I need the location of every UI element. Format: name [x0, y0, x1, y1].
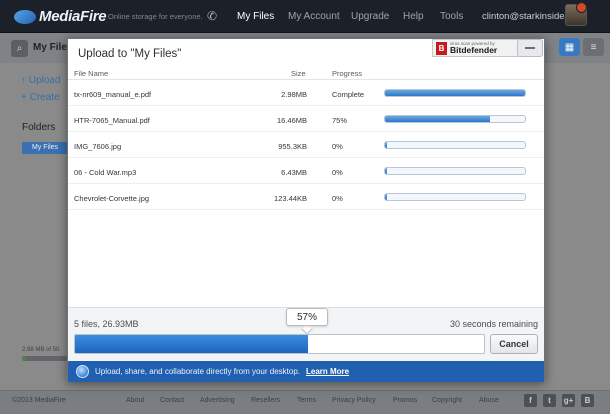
file-progress-fill	[385, 142, 387, 148]
cancel-button[interactable]: Cancel	[490, 334, 538, 354]
file-name: Chevrolet-Corvette.jpg	[74, 194, 150, 203]
file-progress-fill	[385, 90, 525, 96]
file-size: 2.98MB	[281, 90, 307, 99]
file-row: tx-nr609_manual_e.pdf 2.98MB Complete	[68, 80, 544, 106]
search-icon[interactable]: ⌕	[11, 40, 28, 57]
user-email[interactable]: clinton@starkinsider...	[482, 11, 575, 22]
top-navigation-bar: MediaFire Online storage for everyone. ✆…	[0, 0, 610, 33]
file-progress-text: 0%	[332, 168, 343, 177]
file-name: HTR-7065_Manual.pdf	[74, 116, 150, 125]
nav-tools[interactable]: Tools	[440, 11, 463, 22]
time-remaining: 30 seconds remaining	[449, 319, 538, 329]
file-progress-fill	[385, 168, 387, 174]
minimize-icon	[525, 47, 535, 49]
create-link[interactable]: + Create	[21, 92, 60, 103]
footer-link-promos[interactable]: Promos	[393, 397, 417, 404]
column-header-file-name: File Name	[74, 69, 109, 78]
phone-icon[interactable]: ✆	[207, 9, 217, 23]
file-progress-bar	[384, 167, 526, 175]
overall-progress-fill	[75, 335, 309, 353]
file-size: 16.46MB	[276, 116, 307, 125]
minimize-button[interactable]	[517, 39, 543, 57]
footer-link-terms[interactable]: Terms	[297, 397, 316, 404]
tagline: Online storage for everyone.	[108, 12, 203, 21]
footer-link-abuse[interactable]: Abuse	[479, 397, 499, 404]
column-header-progress: Progress	[332, 69, 363, 78]
file-name: 06 - Cold War.mp3	[74, 168, 137, 177]
mediafire-logo-icon	[14, 9, 36, 24]
nav-my-files[interactable]: My Files	[237, 11, 274, 22]
folder-item-my-files[interactable]: My Files	[22, 142, 67, 154]
blogger-icon[interactable]: B	[581, 394, 594, 407]
overall-progress-bar	[74, 334, 485, 354]
file-row: IMG_7606.jpg 955.3KB 0%	[68, 132, 544, 158]
storage-usage-bar	[22, 356, 67, 361]
storage-usage-text: 2.98 MB of 50	[22, 347, 60, 353]
desktop-app-promo: Upload, share, and collaborate directly …	[68, 361, 544, 382]
file-size: 123.44KB	[274, 194, 307, 203]
nav-help[interactable]: Help	[403, 11, 424, 22]
file-row: Chevrolet-Corvette.jpg 123.44KB 0%	[68, 184, 544, 210]
footer-link-advertising[interactable]: Advertising	[200, 397, 235, 404]
file-progress-bar	[384, 141, 526, 149]
file-progress-text: 0%	[332, 142, 343, 151]
folder-label: My Files	[32, 144, 59, 151]
learn-more-link[interactable]: Learn More	[306, 367, 349, 376]
desktop-app-icon	[76, 365, 89, 378]
google-plus-icon[interactable]: g+	[562, 394, 575, 407]
dialog-title: Upload to "My Files"	[78, 48, 182, 60]
file-progress-bar	[384, 89, 526, 97]
notification-badge[interactable]	[576, 2, 587, 13]
file-name: IMG_7606.jpg	[74, 142, 122, 151]
twitter-icon[interactable]: t	[543, 394, 556, 407]
nav-my-account[interactable]: My Account	[288, 11, 340, 22]
list-view-button[interactable]: ≡	[583, 38, 604, 56]
create-link-label: Create	[29, 92, 60, 103]
file-progress-fill	[385, 194, 387, 200]
facebook-icon[interactable]: f	[524, 394, 537, 407]
file-progress-fill	[385, 116, 490, 122]
upload-dialog: Upload to "My Files" B virus scan powere…	[67, 38, 545, 382]
footer-link-contact[interactable]: Contact	[160, 397, 184, 404]
file-row: 06 - Cold War.mp3 6.43MB 0%	[68, 158, 544, 184]
footer-link-about[interactable]: About	[126, 397, 144, 404]
logo-text: MediaFire	[39, 8, 107, 25]
file-size: 955.3KB	[278, 142, 307, 151]
file-progress-text: Complete	[332, 90, 365, 99]
footer-link-privacy[interactable]: Privacy Policy	[332, 397, 376, 404]
promo-text: Upload, share, and collaborate directly …	[95, 367, 300, 376]
files-summary: 5 files, 26.93MB	[74, 319, 139, 329]
upload-link-label: Upload	[28, 75, 61, 86]
footer-link-copyright[interactable]: Copyright	[432, 397, 462, 404]
file-progress-bar	[384, 115, 526, 123]
overall-percent-label: 57%	[286, 308, 328, 326]
file-progress-text: 0%	[332, 194, 343, 203]
grid-view-button[interactable]: ▦	[559, 38, 580, 56]
footer-link-resellers[interactable]: Resellers	[251, 397, 280, 404]
copyright: ©2013 MediaFire	[12, 397, 66, 404]
file-progress-bar	[384, 193, 526, 201]
column-header-size: Size	[291, 69, 306, 78]
mediafire-logo[interactable]: MediaFire	[14, 8, 107, 25]
file-progress-text: 75%	[332, 116, 348, 125]
bitdefender-logo-icon: B	[436, 41, 447, 55]
file-name: tx-nr609_manual_e.pdf	[74, 90, 152, 99]
file-row: HTR-7065_Manual.pdf 16.46MB 75%	[68, 106, 544, 132]
badge-name: Bitdefender	[450, 45, 498, 55]
folders-heading: Folders	[22, 122, 56, 133]
upload-link[interactable]: ↑ Upload	[21, 75, 60, 86]
nav-upgrade[interactable]: Upgrade	[351, 11, 389, 22]
file-size: 6.43MB	[281, 168, 307, 177]
bitdefender-text: virus scan powered by Bitdefender	[450, 41, 498, 55]
storage-usage-fill	[22, 356, 25, 361]
